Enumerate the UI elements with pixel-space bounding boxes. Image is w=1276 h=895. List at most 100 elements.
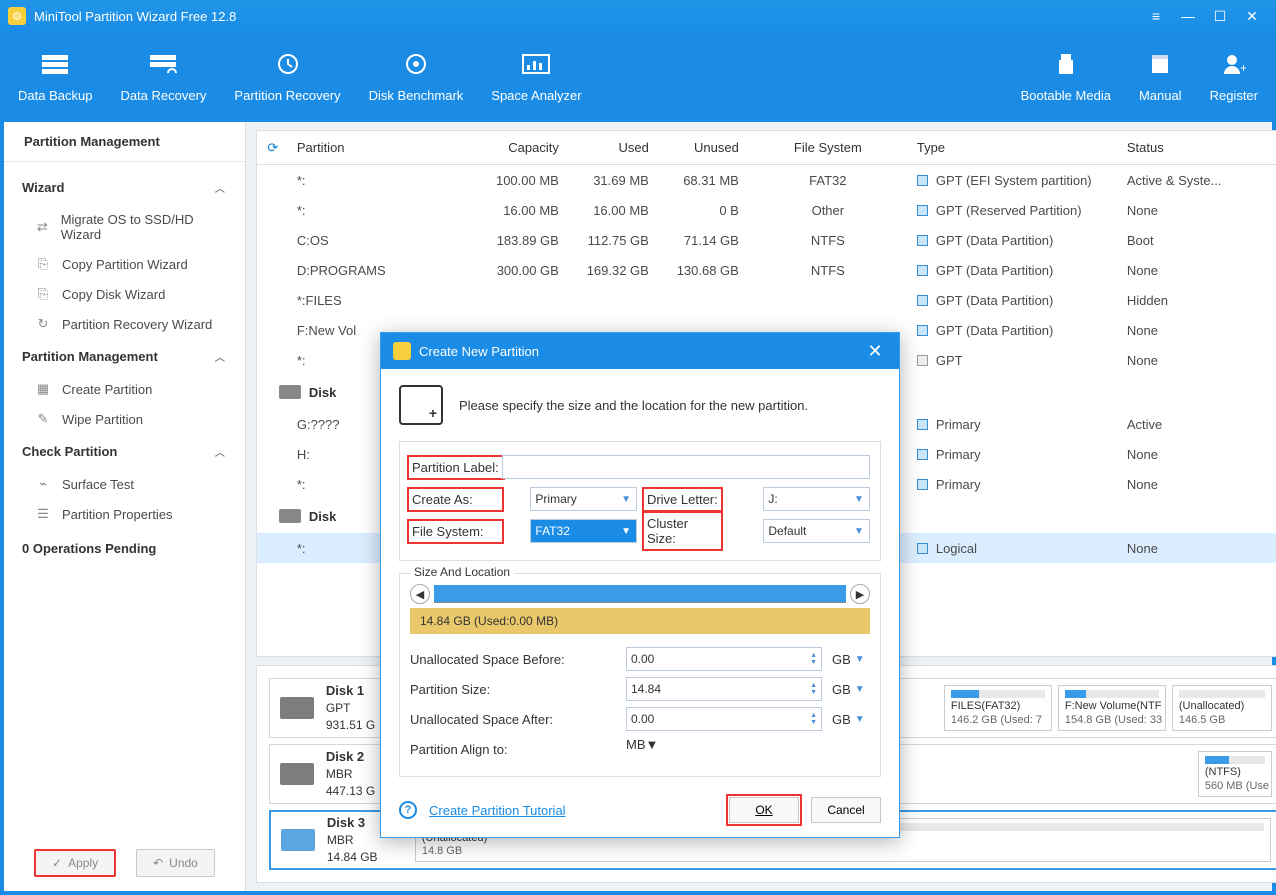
- disk-partition[interactable]: (Unallocated) 146.5 GB: [1172, 685, 1272, 731]
- main-toolbar: Data Backup Data Recovery Partition Reco…: [0, 32, 1276, 122]
- col-filesystem[interactable]: File System: [747, 131, 909, 164]
- bottom-action-bar: ✓Apply ↶Undo: [4, 835, 245, 891]
- refresh-icon[interactable]: ⟳: [257, 140, 289, 156]
- disk-plus-icon: [399, 385, 443, 425]
- spinner-icon[interactable]: ▲▼: [810, 712, 817, 726]
- sidebar-item-partition-recovery[interactable]: ↻Partition Recovery Wizard: [4, 309, 245, 339]
- tab-partition-management[interactable]: Partition Management: [4, 122, 245, 162]
- analyzer-icon: [520, 52, 552, 76]
- sidebar-item-copy-disk[interactable]: ⎘Copy Disk Wizard: [4, 279, 245, 309]
- input-partition-label[interactable]: [502, 455, 870, 479]
- app-logo-icon: [393, 342, 411, 360]
- toolbar-manual[interactable]: Manual: [1125, 42, 1196, 113]
- chevron-up-icon: ︿: [215, 349, 225, 364]
- svg-text:+: +: [1240, 61, 1246, 75]
- size-slider[interactable]: ◀ ▶: [410, 584, 870, 604]
- dialog-close-button[interactable]: ✕: [863, 341, 887, 362]
- table-row[interactable]: D:PROGRAMS 300.00 GB 169.32 GB 130.68 GB…: [257, 255, 1276, 285]
- close-button[interactable]: ✕: [1236, 4, 1268, 28]
- disk-partition[interactable]: (NTFS) 560 MB (Use: [1198, 751, 1272, 797]
- toolbar-register[interactable]: + Register: [1196, 42, 1272, 113]
- table-row[interactable]: C:OS 183.89 GB 112.75 GB 71.14 GB NTFS G…: [257, 225, 1276, 255]
- select-drive-letter[interactable]: J:▼: [763, 487, 870, 511]
- toolbar-space-analyzer[interactable]: Space Analyzer: [477, 42, 595, 113]
- input-partition-size[interactable]: 14.84▲▼: [626, 677, 822, 701]
- label-drive-letter: Drive Letter:: [645, 490, 720, 509]
- disk-icon: [279, 509, 301, 523]
- cancel-button[interactable]: Cancel: [811, 797, 881, 823]
- sidebar-item-copy-partition[interactable]: ⎘Copy Partition Wizard: [4, 249, 245, 279]
- recovery-icon: [147, 52, 179, 76]
- chevron-down-icon: ▼: [618, 494, 634, 505]
- sidebar-item-migrate-os[interactable]: ⇄Migrate OS to SSD/HD Wizard: [4, 205, 245, 249]
- spinner-icon[interactable]: ▲▼: [810, 682, 817, 696]
- disk-icon: [279, 385, 301, 399]
- create-icon: ▦: [34, 381, 52, 397]
- apply-button[interactable]: ✓Apply: [34, 849, 116, 877]
- menu-icon[interactable]: ≡: [1140, 4, 1172, 28]
- disk-partition[interactable]: F:New Volume(NTF 154.8 GB (Used: 33: [1058, 685, 1166, 731]
- toolbar-label: Manual: [1139, 88, 1182, 103]
- check-icon: ✓: [52, 856, 62, 870]
- input-space-after[interactable]: 0.00▲▼: [626, 707, 822, 731]
- chevron-down-icon: ▼: [646, 737, 659, 752]
- sidebar-item-surface-test[interactable]: ⌁Surface Test: [4, 469, 245, 499]
- col-status[interactable]: Status: [1119, 131, 1276, 164]
- table-header: ⟳ Partition Capacity Used Unused File Sy…: [257, 131, 1276, 165]
- col-capacity[interactable]: Capacity: [457, 131, 567, 164]
- maximize-button[interactable]: ☐: [1204, 4, 1236, 28]
- toolbar-label: Register: [1210, 88, 1258, 103]
- select-cluster-size[interactable]: Default▼: [763, 519, 870, 543]
- section-partition-management[interactable]: Partition Management︿: [4, 339, 245, 374]
- slider-right-button[interactable]: ▶: [850, 584, 870, 604]
- slider-bar[interactable]: [434, 585, 846, 603]
- table-row[interactable]: *: 100.00 MB 31.69 MB 68.31 MB FAT32 GPT…: [257, 165, 1276, 195]
- col-type[interactable]: Type: [909, 131, 1119, 164]
- select-align-to[interactable]: MB▼: [626, 737, 694, 761]
- section-wizard[interactable]: Wizard︿: [4, 170, 245, 205]
- disk-icon: [280, 763, 314, 785]
- ok-button[interactable]: OK: [729, 797, 799, 823]
- usb-disk-icon: [281, 829, 315, 851]
- toolbar-partition-recovery[interactable]: Partition Recovery: [220, 42, 354, 113]
- minimize-button[interactable]: —: [1172, 4, 1204, 28]
- sidebar-item-wipe-partition[interactable]: ✎Wipe Partition: [4, 404, 245, 434]
- dialog-titlebar: Create New Partition ✕: [381, 333, 899, 369]
- size-info: 14.84 GB (Used:0.00 MB): [410, 608, 870, 634]
- section-check-partition[interactable]: Check Partition︿: [4, 434, 245, 469]
- usb-icon: [1050, 52, 1082, 76]
- table-row[interactable]: *: 16.00 MB 16.00 MB 0 B Other GPT (Rese…: [257, 195, 1276, 225]
- dialog-footer: ? Create Partition Tutorial OK Cancel: [381, 787, 899, 837]
- col-partition[interactable]: Partition: [289, 131, 457, 164]
- toolbar-data-backup[interactable]: Data Backup: [4, 42, 106, 113]
- spinner-icon[interactable]: ▲▼: [810, 652, 817, 666]
- chevron-down-icon[interactable]: ▼: [855, 714, 869, 725]
- select-create-as[interactable]: Primary▼: [530, 487, 637, 511]
- sidebar: Wizard︿ ⇄Migrate OS to SSD/HD Wizard ⎘Co…: [4, 162, 245, 835]
- toolbar-label: Partition Recovery: [234, 88, 340, 103]
- sidebar-item-partition-properties[interactable]: ☰Partition Properties: [4, 499, 245, 529]
- select-file-system[interactable]: FAT32▼: [530, 519, 637, 543]
- input-space-before[interactable]: 0.00▲▼: [626, 647, 822, 671]
- slider-left-button[interactable]: ◀: [410, 584, 430, 604]
- toolbar-bootable-media[interactable]: Bootable Media: [1007, 42, 1125, 113]
- label-partition-size: Partition Size:: [410, 682, 626, 697]
- table-row[interactable]: *:FILES GPT (Data Partition) Hidden: [257, 285, 1276, 315]
- toolbar-label: Disk Benchmark: [369, 88, 464, 103]
- chevron-down-icon[interactable]: ▼: [855, 654, 869, 665]
- surface-icon: ⌁: [34, 476, 52, 492]
- label-partition-label: Partition Label:: [410, 458, 502, 477]
- help-icon[interactable]: ?: [399, 801, 417, 819]
- toolbar-disk-benchmark[interactable]: Disk Benchmark: [355, 42, 478, 113]
- chevron-down-icon: ▼: [851, 526, 867, 537]
- disk-partition[interactable]: FILES(FAT32) 146.2 GB (Used: 7: [944, 685, 1052, 731]
- label-file-system: File System:: [410, 522, 501, 541]
- col-used[interactable]: Used: [567, 131, 657, 164]
- col-unused[interactable]: Unused: [657, 131, 747, 164]
- undo-button[interactable]: ↶Undo: [136, 849, 215, 877]
- dialog-title: Create New Partition: [419, 344, 539, 359]
- toolbar-data-recovery[interactable]: Data Recovery: [106, 42, 220, 113]
- sidebar-item-create-partition[interactable]: ▦Create Partition: [4, 374, 245, 404]
- chevron-down-icon[interactable]: ▼: [855, 684, 869, 695]
- tutorial-link[interactable]: Create Partition Tutorial: [429, 803, 566, 818]
